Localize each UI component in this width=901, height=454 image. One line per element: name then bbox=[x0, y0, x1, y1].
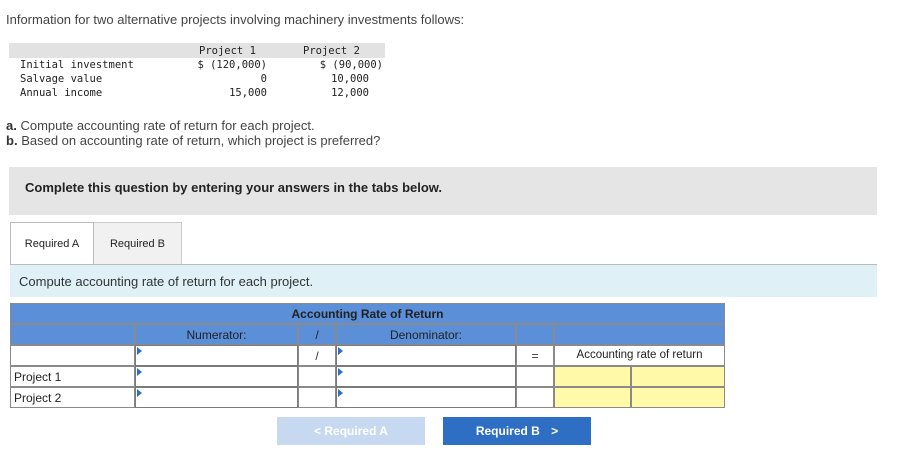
project-2-header: Project 2 bbox=[303, 45, 360, 57]
arr-title-cell: Accounting Rate of Return bbox=[10, 303, 725, 324]
project-2-arr-input[interactable] bbox=[554, 387, 631, 408]
equals-cell: = bbox=[516, 345, 554, 366]
project-1-value: 15,000 bbox=[229, 87, 267, 99]
table-row-label-cell: Project 2 bbox=[10, 387, 135, 408]
chevron-left-icon: < bbox=[314, 424, 322, 438]
result-label-cell: Accounting rate of return bbox=[554, 345, 725, 366]
question-b-text: Based on accounting rate of return, whic… bbox=[21, 133, 381, 148]
equals-symbol: = bbox=[531, 349, 539, 363]
instruction-banner: Complete this question by entering your … bbox=[9, 167, 877, 215]
row-label-project-1: Project 1 bbox=[14, 370, 62, 384]
denominator-label-input[interactable] bbox=[336, 345, 516, 366]
prev-button-label: Required A bbox=[324, 424, 388, 438]
project-1-arr-input[interactable] bbox=[554, 366, 631, 387]
dropdown-flag-icon bbox=[137, 368, 142, 376]
project-2-arr-percent-input[interactable] bbox=[631, 387, 725, 408]
denominator-header: Denominator: bbox=[389, 328, 463, 342]
table-row: Salvage value 0 10,000 bbox=[9, 72, 385, 86]
project-2-numerator-input[interactable] bbox=[135, 387, 298, 408]
slash-symbol: / bbox=[315, 349, 319, 363]
project-2-slash-cell bbox=[298, 387, 336, 408]
dropdown-flag-icon bbox=[137, 389, 142, 397]
table-row: Initial investment $ (120,000) $ (90,000… bbox=[9, 58, 385, 72]
project-1-arr-percent-input[interactable] bbox=[631, 366, 725, 387]
header-blank-cell bbox=[10, 324, 135, 345]
project-2-value: 10,000 bbox=[331, 73, 369, 85]
tab-required-a[interactable]: Required A bbox=[10, 222, 94, 265]
arr-title: Accounting Rate of Return bbox=[291, 307, 444, 321]
project-1-denominator-input[interactable] bbox=[336, 366, 516, 387]
table-row: Annual income 15,000 12,000 bbox=[9, 86, 385, 100]
dropdown-flag-icon bbox=[338, 347, 343, 355]
slash-header: / bbox=[315, 328, 319, 342]
question-a-text: Compute accounting rate of return for ea… bbox=[20, 118, 315, 133]
numerator-header-cell: Numerator: bbox=[135, 324, 298, 345]
denominator-header-cell: Denominator: bbox=[336, 324, 516, 345]
row-label: Salvage value bbox=[20, 73, 103, 85]
row-label: Initial investment bbox=[20, 59, 134, 71]
slash-cell: / bbox=[298, 345, 336, 366]
numerator-header: Numerator: bbox=[186, 328, 247, 342]
equals-header-cell bbox=[516, 324, 554, 345]
numerator-label-input[interactable] bbox=[135, 345, 298, 366]
slash-header-cell: / bbox=[298, 324, 336, 345]
project-2-denominator-input[interactable] bbox=[336, 387, 516, 408]
project-1-value: 0 bbox=[260, 73, 267, 85]
result-label: Accounting rate of return bbox=[576, 349, 703, 361]
label-blank-cell bbox=[10, 345, 135, 366]
table-row-label-cell: Project 1 bbox=[10, 366, 135, 387]
dropdown-flag-icon bbox=[338, 389, 343, 397]
tab-instruction-text: Compute accounting rate of return for ea… bbox=[19, 274, 314, 289]
project-1-numerator-input[interactable] bbox=[135, 366, 298, 387]
prev-required-a-button[interactable]: < Required A bbox=[277, 417, 425, 445]
dropdown-flag-icon bbox=[338, 368, 343, 376]
project-2-equals-cell bbox=[516, 387, 554, 408]
tab-required-b[interactable]: Required B bbox=[94, 222, 182, 265]
project-2-value: 12,000 bbox=[331, 87, 369, 99]
question-b-label: b. bbox=[6, 133, 18, 148]
intro-text: Information for two alternative projects… bbox=[6, 12, 465, 27]
project-1-equals-cell bbox=[516, 366, 554, 387]
project-2-value: $ (90,000) bbox=[319, 59, 383, 71]
row-label-project-2: Project 2 bbox=[14, 391, 62, 405]
project-1-header: Project 1 bbox=[199, 45, 256, 57]
project-1-value: $ (120,000) bbox=[197, 59, 267, 71]
dropdown-flag-icon bbox=[137, 347, 142, 355]
banner-text: Complete this question by entering your … bbox=[25, 180, 443, 195]
project-data-table: Project 1 Project 2 Initial investment $… bbox=[9, 43, 385, 103]
project-1-slash-cell bbox=[298, 366, 336, 387]
next-button-label: Required B bbox=[475, 424, 540, 438]
tab-instruction: Compute accounting rate of return for ea… bbox=[10, 265, 877, 297]
chevron-right-icon: > bbox=[551, 424, 559, 438]
question-a-label: a. bbox=[6, 118, 17, 133]
next-required-b-button[interactable]: Required B > bbox=[443, 417, 591, 445]
question-a: a. Compute accounting rate of return for… bbox=[6, 118, 315, 133]
row-label: Annual income bbox=[20, 87, 103, 99]
result-header-cell bbox=[554, 324, 725, 345]
question-b: b. Based on accounting rate of return, w… bbox=[6, 133, 380, 148]
